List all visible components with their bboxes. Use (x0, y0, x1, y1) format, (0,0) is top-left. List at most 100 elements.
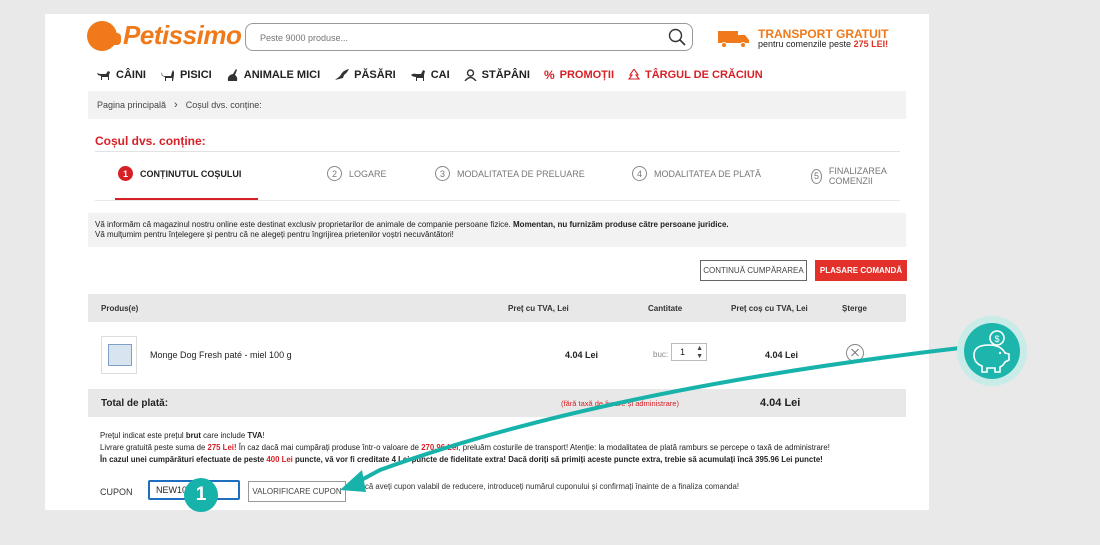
nav-item-animale-mici[interactable]: ANIMALE MICI (226, 68, 320, 82)
step-number: 4 (632, 166, 647, 181)
transport-subtitle: pentru comenzile peste (758, 39, 852, 49)
col-delete: Șterge (842, 304, 867, 313)
note-highlight: 400 Lei (266, 455, 293, 464)
nav-item-caini[interactable]: CÂINI (95, 68, 146, 82)
note-bold: TVA (247, 431, 263, 440)
truck-icon (718, 31, 749, 48)
nav-item-pasari[interactable]: PĂSĂRI (334, 68, 396, 82)
active-step-indicator (115, 198, 258, 200)
search-icon[interactable] (668, 28, 686, 46)
step-label: FINALIZAREA COMENZII (828, 166, 887, 186)
piggy-bank-badge: $ (957, 316, 1027, 386)
product-thumbnail[interactable] (101, 336, 137, 374)
step-number: 1 (118, 166, 133, 181)
main-nav: CÂINI PISICI ANIMALE MICI PĂSĂRI CAI STĂ… (95, 68, 763, 82)
note-text: care include (203, 431, 246, 440)
logo[interactable]: Petissimo (87, 20, 242, 51)
step-number: 5 (811, 168, 822, 184)
nav-item-stapani[interactable]: STĂPÂNI (464, 68, 530, 82)
divider (95, 151, 900, 152)
step-label: LOGARE (349, 168, 387, 179)
apply-coupon-button[interactable]: VALORIFICARE CUPON (248, 481, 346, 502)
note-text: puncte, vă vor fi creditate 4 Lei puncte… (295, 455, 823, 464)
note-text: Livrare gratuită peste suma de (100, 443, 206, 452)
logo-text: Petissimo (123, 20, 242, 50)
coupon-label: CUPON (100, 487, 133, 497)
col-qty: Cantitate (648, 304, 683, 313)
step-finalizare[interactable]: 5 FINALIZAREA COMENZII (811, 166, 900, 186)
breadcrumb-current: Coșul dvs. conține: (185, 100, 262, 110)
cart-notes: Prețul indicat este prețul brut care inc… (100, 430, 830, 466)
info-text-2: Vă mulțumim pentru înțelegere și pentru … (95, 230, 454, 239)
elephant-logo-icon (87, 20, 121, 51)
bird-icon (335, 69, 350, 80)
svg-text:$: $ (994, 334, 999, 344)
note-text: În caz dacă mai cumpărați produse într-o… (238, 443, 420, 452)
col-product: Produs(e) (101, 304, 139, 313)
nav-item-cai[interactable]: CAI (410, 68, 450, 82)
chevron-up-icon[interactable]: ▲ (696, 345, 703, 353)
note-text: , preluăm costurile de transport! Atenți… (458, 443, 830, 452)
dog-icon (97, 71, 110, 80)
info-notice: Vă informăm că magazinul nostru online e… (88, 213, 906, 247)
step-number: 2 (327, 166, 342, 181)
unit-label: buc: (653, 350, 669, 359)
step-logare[interactable]: 2 LOGARE (327, 166, 387, 181)
page-card: Petissimo TRANSPORT GRATUIT pentru comen… (45, 14, 929, 510)
nav-item-promotii[interactable]: % PROMOȚII (544, 68, 614, 82)
step-label: MODALITATEA DE PRELUARE (457, 168, 585, 179)
step-modalitate-preluare[interactable]: 3 MODALITATEA DE PRELUARE (435, 166, 585, 181)
continue-shopping-button[interactable]: CONTINUĂ CUMPĂRAREA (700, 260, 807, 281)
col-price: Preț cu TVA, Lei (508, 304, 569, 313)
coupon-hint: Dacă aveți cupon valabil de reducere, in… (355, 482, 740, 491)
quantity-value: 1 (680, 347, 686, 357)
transport-threshold: 275 LEI! (853, 39, 889, 49)
step-modalitate-plata[interactable]: 4 MODALITATEA DE PLATĂ (632, 166, 761, 181)
nav-label: TÂRGUL DE CRĂCIUN (645, 69, 763, 81)
tree-icon (628, 69, 640, 80)
product-name[interactable]: Monge Dog Fresh paté - miel 100 g (150, 350, 292, 360)
step-badge: 1 (184, 478, 218, 512)
total-row: Total de plată: (fără taxă de livrare și… (88, 389, 906, 417)
nav-label: PROMOȚII (559, 69, 614, 81)
step-number: 3 (435, 166, 450, 181)
note-highlight: 270.96 Lei (421, 443, 459, 452)
step-label: CONȚINUTUL COȘULUI (140, 168, 242, 179)
info-text-bold: Momentan, nu furnizăm produse către pers… (513, 220, 729, 229)
row-total: 4.04 Lei (765, 350, 799, 360)
breadcrumb-home[interactable]: Pagina principală (97, 100, 166, 110)
table-row: Monge Dog Fresh paté - miel 100 g 4.04 L… (88, 328, 906, 388)
nav-label: CAI (430, 69, 450, 81)
place-order-button[interactable]: PLASARE COMANDĂ (815, 260, 907, 281)
chevron-down-icon[interactable]: ▼ (696, 353, 703, 361)
remove-item-icon[interactable] (846, 344, 864, 362)
nav-label: PISICI (179, 69, 212, 81)
quantity-stepper[interactable]: 1 ▲ ▼ (671, 343, 707, 361)
nav-label: STĂPÂNI (481, 69, 530, 81)
note-text: În cazul unei cumpărături efectuate de p… (100, 455, 265, 464)
nav-label: PĂSĂRI (354, 69, 396, 81)
note-bold: brut (185, 431, 201, 440)
piggy-bank-icon: $ (973, 330, 1010, 373)
cat-icon (160, 70, 174, 81)
total-note: (fără taxă de livrare și administrare) (561, 399, 679, 408)
note-text: Prețul indicat este prețul (100, 431, 184, 440)
person-icon (464, 69, 477, 81)
nav-item-pisici[interactable]: PISICI (160, 68, 212, 82)
breadcrumb: Pagina principală › Coșul dvs. conține: (88, 91, 906, 119)
search-input[interactable] (258, 32, 662, 44)
percent-icon: % (543, 68, 555, 82)
step-continut-cos[interactable]: 1 CONȚINUTUL COȘULUI (118, 166, 241, 181)
step-label: MODALITATEA DE PLATĂ (654, 168, 762, 179)
nav-item-targul-de-craciun[interactable]: TÂRGUL DE CRĂCIUN (628, 68, 763, 82)
free-transport-banner: TRANSPORT GRATUIT pentru comenzile peste… (718, 28, 889, 49)
page-title: Coșul dvs. conține: (95, 134, 206, 148)
nav-label: CÂINI (116, 69, 146, 81)
col-cart-price: Preț coș cu TVA, Lei (731, 304, 808, 313)
note-text: ! (262, 431, 265, 440)
checkout-steps: 1 CONȚINUTUL COȘULUI 2 LOGARE 3 MODALITA… (95, 166, 900, 201)
product-price: 4.04 Lei (565, 350, 599, 360)
search-bar[interactable] (245, 23, 693, 51)
breadcrumb-separator: › (174, 99, 178, 111)
cart-table-header: Produs(e) Preț cu TVA, Lei Cantitate Pre… (88, 294, 906, 322)
